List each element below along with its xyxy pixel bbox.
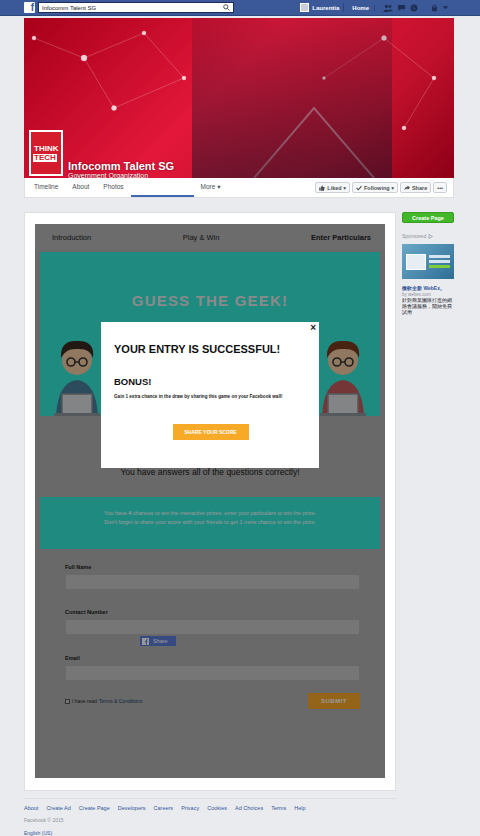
close-button[interactable]: ×	[310, 322, 316, 333]
share-button[interactable]: Share	[400, 182, 431, 193]
ad-body: 針對商業團隊打造的網路會議服務，開始免費試用	[402, 298, 454, 316]
app-frame: IntroductionPlay & WinEnter ParticularsG…	[35, 224, 385, 778]
right-sidebar: Create Page Sponsored 微軟全新 WebEx。by webex.…	[402, 212, 454, 316]
bonus-text: Gain 1 extra chance in the draw by shari…	[114, 393, 307, 400]
footer-link[interactable]: Ad Choices	[235, 805, 263, 811]
friends-icon[interactable]	[383, 4, 393, 12]
settings-icons	[426, 4, 454, 12]
cover-photo: THINKTECH Infocomm Talent SGGovernment Or…	[24, 18, 454, 178]
thumbs-up-icon	[319, 185, 325, 191]
page-title: Infocomm Talent SGGovernment Organizatio…	[68, 160, 174, 178]
page-actions: Liked ▾Following ▾Share•••	[315, 178, 453, 197]
copyright: Facebook © 2015	[24, 817, 396, 824]
footer-link[interactable]: Terms	[271, 805, 286, 811]
ad-source: by webex.com	[402, 292, 454, 298]
create-page-button[interactable]: Create Page	[402, 212, 454, 223]
footer-link[interactable]: Cookies	[207, 805, 227, 811]
footer-link[interactable]: Create Page	[79, 805, 110, 811]
footer-link[interactable]: Privacy	[181, 805, 199, 811]
page-tab[interactable]: About	[65, 178, 96, 197]
search-icon[interactable]	[223, 4, 230, 11]
footer-link[interactable]: About	[24, 805, 38, 811]
privacy-icon[interactable]	[431, 4, 438, 12]
footer-link[interactable]: Create Ad	[46, 805, 70, 811]
cover-people-photo	[192, 18, 392, 178]
page-nav: TimelineAboutPhotos More ▾ Liked ▾Followin…	[24, 178, 454, 198]
follow-button[interactable]: Following ▾	[352, 182, 398, 193]
check-icon	[356, 185, 362, 191]
language-link[interactable]: English (US)	[24, 830, 396, 836]
app-card: IntroductionPlay & WinEnter ParticularsG…	[24, 212, 396, 791]
page-category: Government Organization	[68, 172, 174, 178]
home-link[interactable]: Home	[347, 5, 375, 11]
footer-link[interactable]: Help	[294, 805, 305, 811]
footer-link[interactable]: Careers	[154, 805, 174, 811]
ad-title[interactable]: 微軟全新 WebEx。	[402, 285, 454, 292]
footer: About Create Ad Create Page Developers Caree…	[24, 798, 396, 836]
adchoices-icon[interactable]	[428, 234, 433, 239]
profile-picture[interactable]: THINKTECH	[29, 130, 63, 176]
page-tab[interactable]: Timeline	[27, 178, 65, 197]
page-name[interactable]: Infocomm Talent SG	[68, 160, 174, 172]
facebook-logo[interactable]: f	[24, 2, 35, 13]
logo-word: THINK	[33, 145, 59, 153]
modal-backdrop[interactable]	[35, 224, 385, 778]
avatar	[300, 3, 309, 12]
logo-word: TECH	[33, 154, 57, 162]
page-tab[interactable]	[131, 178, 194, 197]
footer-link[interactable]: Developers	[118, 805, 146, 811]
dialog-title: YOUR ENTRY IS SUCCESSFUL!	[114, 342, 307, 356]
notifications-icon[interactable]	[410, 4, 418, 12]
profile-link[interactable]: Laurentia	[296, 3, 344, 12]
top-bar: fInfocomm Talent SG LaurentiaHome	[0, 0, 480, 16]
success-dialog: ×YOUR ENTRY IS SUCCESSFUL! BONUS! Gain 1 e…	[101, 322, 319, 468]
settings-arrow-icon[interactable]	[442, 4, 449, 11]
sponsored-label: Sponsored	[402, 233, 454, 239]
jewel-icons	[378, 4, 423, 12]
page-tab[interactable]: More ▾	[194, 178, 228, 197]
share-score-button[interactable]: SHARE YOUR SCORE	[173, 424, 249, 440]
page-tab[interactable]: Photos	[96, 178, 130, 197]
messages-icon[interactable]	[397, 4, 406, 12]
share-arrow-icon	[404, 185, 410, 191]
search-field[interactable]: Infocomm Talent SG	[38, 2, 234, 13]
bonus-heading: BONUS!	[114, 376, 307, 388]
ad-image[interactable]	[402, 244, 454, 279]
like-button[interactable]: Liked ▾	[315, 182, 350, 193]
more-button[interactable]: •••	[433, 182, 447, 193]
